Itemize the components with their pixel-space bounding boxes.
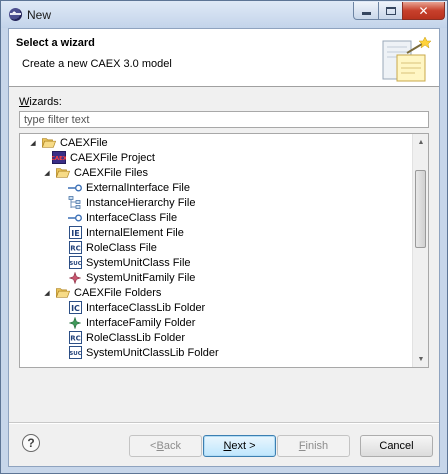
svg-text:IC: IC <box>71 304 80 313</box>
tree-item-interfaceclasslib-folder[interactable]: IC InterfaceClassLib Folder <box>68 300 205 315</box>
tree-item-roleclasslib-folder[interactable]: RC RoleClassLib Folder <box>68 330 185 345</box>
caex-project-icon: CAEX <box>52 151 66 165</box>
system-unit-family-icon <box>68 271 82 285</box>
tree-item-interfacefamily-folder[interactable]: InterfaceFamily Folder <box>68 315 195 330</box>
svg-text:CAEX: CAEX <box>52 156 66 162</box>
tree-item-label: InternalElement File <box>86 226 184 239</box>
interface-class-lib-icon: IC <box>68 301 82 315</box>
svg-text:SUC: SUC <box>69 351 81 357</box>
tree-item-label: SystemUnitFamily File <box>86 271 196 284</box>
minimize-icon <box>361 12 371 15</box>
scroll-down-icon[interactable]: ▼ <box>413 351 428 367</box>
system-unit-class-lib-icon: SUC <box>68 346 82 360</box>
role-class-icon: RC <box>68 241 82 255</box>
tree-item-internalelement-file[interactable]: IE InternalElement File <box>68 225 184 240</box>
back-button[interactable]: < Back <box>129 435 202 457</box>
svg-text:RC: RC <box>70 335 81 343</box>
minimize-button[interactable] <box>353 2 379 20</box>
tree-item-label: RoleClass File <box>86 241 157 254</box>
instance-hierarchy-icon <box>68 195 82 210</box>
banner-title: Select a wizard <box>16 37 95 49</box>
external-interface-icon <box>68 181 82 195</box>
eclipse-icon <box>9 8 22 21</box>
svg-text:SUC: SUC <box>69 261 81 267</box>
svg-text:RC: RC <box>70 245 81 253</box>
role-class-lib-icon: RC <box>68 331 82 345</box>
tree-item-label: CAEXFile Folders <box>74 286 162 299</box>
close-button[interactable]: ✕ <box>402 2 445 20</box>
tree-item-externalinterface-file[interactable]: ExternalInterface File <box>68 180 190 195</box>
folder-open-icon <box>42 136 56 150</box>
tree-vertical-scrollbar[interactable]: ▲ ▼ <box>412 134 428 367</box>
title-bar[interactable]: New ✕ <box>1 1 447 28</box>
tree-item-label: CAEXFile Files <box>74 166 148 179</box>
tree-item-instancehierarchy-file[interactable]: InstanceHierarchy File <box>68 195 195 210</box>
tree-item-caexfile-files[interactable]: ◢ CAEXFile Files <box>42 165 148 180</box>
new-wizard-window: New ✕ Select a wizard Create a new CAEX … <box>0 0 448 474</box>
tree-item-label: CAEXFile Project <box>70 151 155 164</box>
tree-item-label: SystemUnitClass File <box>86 256 191 269</box>
tree-item-label: ExternalInterface File <box>86 181 190 194</box>
expand-toggle-icon[interactable]: ◢ <box>42 288 52 298</box>
folder-open-icon <box>56 286 70 300</box>
tree-item-label: RoleClassLib Folder <box>86 331 186 344</box>
tree-item-systemunitclass-file[interactable]: SUC SystemUnitClass File <box>68 255 191 270</box>
tree-item-caexfile-project[interactable]: CAEX CAEXFile Project <box>52 150 155 165</box>
tree-item-label: SystemUnitClassLib Folder <box>86 346 219 359</box>
tree-item-roleclass-file[interactable]: RC RoleClass File <box>68 240 157 255</box>
tree-item-systemunitclasslib-folder[interactable]: SUC SystemUnitClassLib Folder <box>68 345 219 360</box>
wizard-banner: Select a wizard Create a new CAEX 3.0 mo… <box>9 29 439 87</box>
expand-toggle-icon[interactable]: ◢ <box>42 168 52 178</box>
window-title: New <box>27 8 52 22</box>
tree-item-label: InstanceHierarchy File <box>86 196 196 209</box>
svg-text:IE: IE <box>71 229 79 238</box>
tree-item-label: InterfaceClassLib Folder <box>86 301 206 314</box>
scrollbar-thumb[interactable] <box>415 170 426 248</box>
system-unit-class-icon: SUC <box>68 256 82 270</box>
interface-family-icon <box>68 316 82 330</box>
wizard-tree[interactable]: ◢ CAEXFile CAEX CAEXFile Project ◢ CAEXF… <box>19 133 429 368</box>
tree-item-systemunitfamily-file[interactable]: SystemUnitFamily File <box>68 270 195 285</box>
scroll-up-icon[interactable]: ▲ <box>413 134 428 150</box>
button-bar-separator <box>9 422 439 424</box>
banner-subtitle: Create a new CAEX 3.0 model <box>22 58 172 70</box>
tree-item-caexfile[interactable]: ◢ CAEXFile <box>28 135 108 150</box>
help-icon: ? <box>27 436 35 450</box>
filter-input[interactable] <box>19 111 429 128</box>
close-icon: ✕ <box>418 3 429 18</box>
cancel-button[interactable]: Cancel <box>360 435 433 457</box>
maximize-icon <box>385 6 396 15</box>
folder-open-icon <box>56 166 70 180</box>
help-button[interactable]: ? <box>22 434 40 452</box>
wizards-label: Wizards: <box>19 96 62 108</box>
next-button[interactable]: Next > <box>203 435 276 457</box>
tree-item-caexfile-folders[interactable]: ◢ CAEXFile Folders <box>42 285 161 300</box>
dialog-body: Select a wizard Create a new CAEX 3.0 mo… <box>8 28 440 467</box>
internal-element-icon: IE <box>68 226 82 240</box>
tree-item-label: CAEXFile <box>60 136 108 149</box>
finish-button[interactable]: Finish <box>277 435 350 457</box>
interface-class-icon <box>68 211 82 225</box>
tree-item-label: InterfaceClass File <box>86 211 178 224</box>
wizard-banner-icon <box>382 36 432 82</box>
tree-item-interfaceclass-file[interactable]: InterfaceClass File <box>68 210 177 225</box>
maximize-button[interactable] <box>378 2 403 20</box>
tree-item-label: InterfaceFamily Folder <box>86 316 196 329</box>
expand-toggle-icon[interactable]: ◢ <box>28 138 38 148</box>
